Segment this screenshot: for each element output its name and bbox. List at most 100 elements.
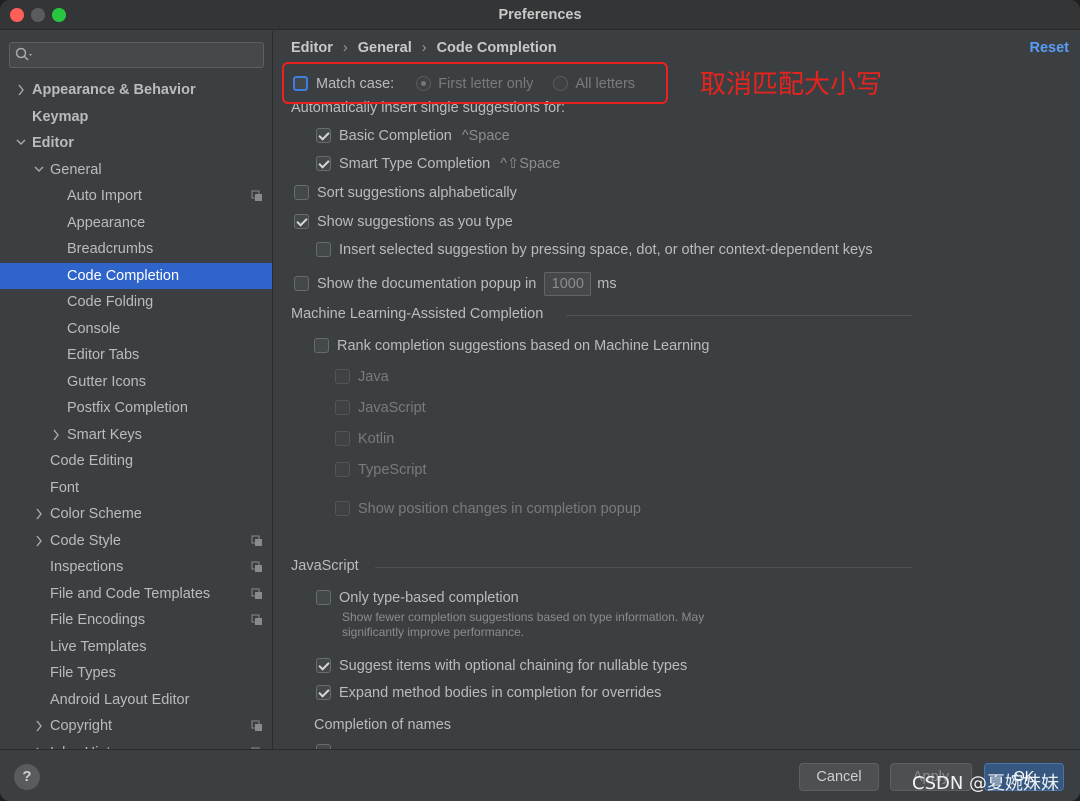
chevron-right-icon[interactable] (33, 528, 45, 554)
chevron-right-icon[interactable] (15, 77, 27, 103)
ml-position-checkbox[interactable] (335, 500, 350, 516)
basic-completion-checkbox[interactable] (316, 127, 331, 143)
sidebar-item-label: Auto Import (67, 188, 142, 204)
title-bar: Preferences (0, 0, 1080, 30)
sidebar-item-label: Copyright (50, 718, 113, 734)
sidebar-item[interactable]: Color Scheme (0, 501, 272, 527)
sidebar-item[interactable]: Smart Keys (0, 422, 272, 448)
chevron-right-icon[interactable] (33, 713, 45, 739)
sidebar-item-label: General (50, 161, 102, 178)
show-as-type-label: Show suggestions as you type (317, 214, 513, 230)
sidebar-item[interactable]: Appearance (0, 210, 272, 236)
project-scope-icon (251, 614, 262, 625)
annotation-highlight-box (282, 62, 668, 104)
sidebar-item-label: Inspections (50, 559, 124, 575)
sidebar-item[interactable]: Gutter Icons (0, 369, 272, 395)
breadcrumb-general: General (357, 40, 412, 56)
js-section-divider (375, 567, 912, 568)
doc-popup-delay-input[interactable]: 1000 (544, 272, 592, 296)
breadcrumb: Editor › General › Code Completion (291, 40, 557, 56)
smart-completion-label: Smart Type Completion (339, 156, 491, 172)
ml-kotlin-checkbox[interactable] (335, 430, 350, 446)
reset-link[interactable]: Reset (1030, 40, 1070, 56)
insert-selected-checkbox[interactable] (316, 241, 331, 257)
completion-of-names-title: Completion of names (314, 717, 452, 733)
project-scope-icon (251, 535, 262, 546)
js-expand-method-row: Expand method bodies in completion for o… (316, 682, 661, 704)
basic-completion-label: Basic Completion (339, 128, 452, 144)
ml-javascript-row: JavaScript (335, 397, 426, 419)
help-button[interactable]: ? (14, 764, 40, 790)
sort-alpha-checkbox[interactable] (294, 184, 309, 200)
js-optional-chaining-row: Suggest items with optional chaining for… (316, 655, 687, 677)
sidebar-item-label: Appearance (67, 214, 146, 231)
sidebar-item[interactable]: Font (0, 475, 272, 501)
chevron-right-icon[interactable] (33, 740, 45, 750)
smart-completion-checkbox[interactable] (316, 155, 331, 171)
breadcrumb-code-completion: Code Completion (436, 40, 557, 56)
ml-section-divider (566, 315, 912, 316)
sidebar-item[interactable]: Postfix Completion (0, 395, 272, 421)
ml-rank-label: Rank completion suggestions based on Mac… (337, 338, 710, 354)
chevron-right-icon[interactable] (33, 501, 45, 527)
sidebar-item[interactable]: File Encodings (0, 607, 272, 633)
doc-popup-label: Show the documentation popup in (317, 275, 537, 292)
show-as-type-checkbox[interactable] (294, 213, 309, 229)
doc-popup-row: Show the documentation popup in 1000 ms (294, 272, 617, 296)
sidebar-item[interactable]: Android Layout Editor (0, 687, 272, 713)
sidebar-item[interactable]: File and Code Templates (0, 581, 272, 607)
settings-sidebar: Appearance & Behavior Keymap Editor General… (0, 31, 273, 749)
doc-popup-checkbox[interactable] (294, 275, 309, 291)
sidebar-item[interactable]: Console (0, 316, 272, 342)
ml-position-label: Show position changes in completion popu… (358, 501, 641, 517)
basic-completion-row: Basic Completion ^Space (316, 125, 510, 147)
watermark-text: CSDN @夏婉妹妹 (912, 773, 1060, 794)
sidebar-item-label: Inlay Hints (50, 740, 118, 750)
js-only-type-hint: Show fewer completion suggestions based … (342, 610, 705, 639)
sidebar-item[interactable]: Inspections (0, 554, 272, 580)
settings-search-input[interactable] (9, 42, 264, 68)
project-scope-icon (251, 720, 262, 731)
smart-completion-row: Smart Type Completion ^⇧Space (316, 153, 560, 175)
sidebar-item[interactable]: Inlay Hints (0, 740, 272, 750)
js-optional-chaining-checkbox[interactable] (316, 657, 331, 673)
preferences-window: Preferences Appearance & Behavior Keymap E… (0, 0, 1080, 801)
sidebar-item[interactable]: Code Folding (0, 289, 272, 315)
chevron-down-icon[interactable] (33, 157, 45, 183)
sort-alpha-row: Sort suggestions alphabetically (294, 182, 517, 204)
sidebar-item[interactable]: Auto Import (0, 183, 272, 209)
chevron-right-icon: › (342, 40, 348, 56)
window-title: Preferences (498, 7, 582, 23)
sidebar-item[interactable]: Keymap (0, 104, 272, 130)
sidebar-item[interactable]: Code Completion (0, 262, 272, 289)
ml-rank-checkbox[interactable] (314, 337, 329, 353)
sidebar-item[interactable]: Copyright (0, 713, 272, 739)
sidebar-item[interactable]: File Types (0, 660, 272, 686)
sidebar-item[interactable]: Breadcrumbs (0, 236, 272, 262)
chevron-right-icon[interactable] (50, 422, 62, 448)
show-as-type-row: Show suggestions as you type (294, 211, 513, 233)
sidebar-item[interactable]: Live Templates (0, 634, 272, 660)
sidebar-item[interactable]: General (0, 157, 272, 183)
sidebar-item-label: Breadcrumbs (67, 241, 154, 257)
search-icon (15, 47, 32, 61)
sidebar-item[interactable]: Code Style (0, 528, 272, 554)
js-section-title: JavaScript (291, 558, 359, 574)
ml-typescript-checkbox[interactable] (335, 461, 350, 477)
sort-alpha-label: Sort suggestions alphabetically (317, 185, 517, 201)
ml-position-row: Show position changes in completion popu… (335, 498, 641, 520)
sidebar-item[interactable]: Editor Tabs (0, 342, 272, 368)
chevron-down-icon[interactable] (15, 130, 27, 156)
ml-javascript-checkbox[interactable] (335, 399, 350, 415)
breadcrumb-editor: Editor (291, 40, 333, 56)
js-expand-method-checkbox[interactable] (316, 684, 331, 700)
ml-kotlin-label: Kotlin (358, 431, 395, 447)
cancel-button[interactable]: Cancel (799, 763, 879, 791)
sidebar-item[interactable]: Editor (0, 130, 272, 156)
js-only-type-checkbox[interactable] (316, 589, 331, 605)
annotation-text: 取消匹配大小写 (700, 70, 883, 100)
ml-java-checkbox[interactable] (335, 368, 350, 384)
sidebar-item[interactable]: Appearance & Behavior (0, 77, 272, 103)
ml-section-title: Machine Learning-Assisted Completion (291, 306, 544, 322)
sidebar-item[interactable]: Code Editing (0, 448, 272, 474)
